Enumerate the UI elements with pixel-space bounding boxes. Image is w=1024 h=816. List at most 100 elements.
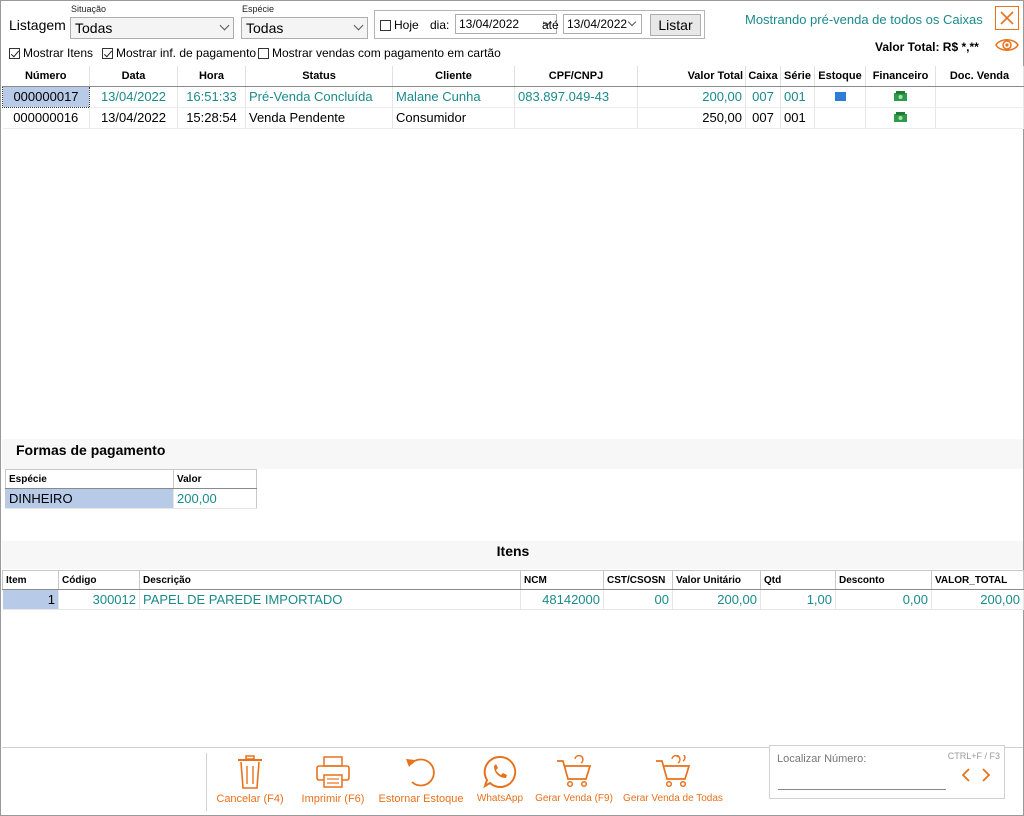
cell-caixa[interactable]: 007 <box>745 86 781 108</box>
table-row[interactable]: 000000016 13/04/2022 15:28:54 Venda Pend… <box>2 107 1024 129</box>
cell-hora[interactable]: 15:28:54 <box>177 107 246 129</box>
cell-cliente[interactable]: Consumidor <box>392 107 515 129</box>
table-row[interactable]: DINHEIRO 200,00 <box>5 488 257 509</box>
cell-financeiro[interactable] <box>865 86 936 108</box>
col-cpf[interactable]: CPF/CNPJ <box>514 66 638 87</box>
cell-data[interactable]: 13/04/2022 <box>89 107 178 129</box>
chevron-down-icon <box>627 17 637 27</box>
col-valor-unitario[interactable]: Valor Unitário <box>672 570 761 590</box>
cell-estoque[interactable] <box>814 107 866 129</box>
whatsapp-button[interactable]: WhatsApp <box>472 755 528 804</box>
col-especie[interactable]: Espécie <box>5 469 174 489</box>
col-hora[interactable]: Hora <box>177 66 246 87</box>
chevron-down-icon <box>353 20 364 31</box>
col-cliente[interactable]: Cliente <box>392 66 515 87</box>
previous-button[interactable] <box>960 768 972 785</box>
col-descricao[interactable]: Descrição <box>139 570 521 590</box>
cell-status[interactable]: Pré-Venda Concluída <box>245 86 393 108</box>
close-button[interactable] <box>995 6 1019 30</box>
col-doc-venda[interactable]: Doc. Venda <box>935 66 1024 87</box>
search-input[interactable] <box>778 768 946 790</box>
payments-title: Formas de pagamento <box>16 442 166 458</box>
cell-numero[interactable]: 000000017 <box>2 85 90 108</box>
cell-status[interactable]: Venda Pendente <box>245 107 393 129</box>
col-ncm[interactable]: NCM <box>520 570 604 590</box>
col-caixa[interactable]: Caixa <box>745 66 781 87</box>
cell-financeiro[interactable] <box>865 107 936 129</box>
close-icon <box>1000 11 1014 25</box>
cell-descricao[interactable]: PAPEL DE PAREDE IMPORTADO <box>139 589 521 610</box>
cell-ncm[interactable]: 48142000 <box>520 589 604 610</box>
col-valor[interactable]: Valor <box>173 469 257 489</box>
cell-hora[interactable]: 16:51:33 <box>177 86 246 108</box>
situacao-select[interactable]: Todas <box>70 17 234 39</box>
toggle-visibility-button[interactable] <box>995 37 1019 56</box>
listar-button[interactable]: Listar <box>650 14 701 36</box>
cell-cpf[interactable]: 083.897.049-43 <box>514 86 638 108</box>
cell-codigo[interactable]: 300012 <box>58 589 140 610</box>
mostrar-pagamento-checkbox[interactable]: Mostrar inf. de pagamento <box>102 46 256 60</box>
mostrar-pagamento-box[interactable] <box>102 48 113 59</box>
hoje-checkbox-box[interactable] <box>380 20 391 31</box>
cell-doc-venda[interactable] <box>935 86 1024 108</box>
especie-select[interactable]: Todas <box>241 17 368 39</box>
col-qtd[interactable]: Qtd <box>760 570 836 590</box>
cell-item[interactable]: 1 <box>2 589 59 610</box>
estornar-button[interactable]: Estornar Estoque <box>375 755 467 805</box>
printer-icon <box>316 756 350 788</box>
cell-valor[interactable]: 200,00 <box>173 488 257 509</box>
ate-label: até <box>542 18 559 32</box>
cell-valor-total-item[interactable]: 200,00 <box>931 589 1024 610</box>
cancelar-label: Cancelar (F4) <box>216 793 284 805</box>
cell-cliente[interactable]: Malane Cunha <box>392 86 515 108</box>
gerar-todas-button[interactable]: Gerar Venda de Todas <box>621 755 725 804</box>
col-financeiro[interactable]: Financeiro <box>865 66 936 87</box>
hoje-checkbox[interactable]: Hoje <box>380 18 419 32</box>
cart-icon <box>557 755 592 788</box>
cell-cst[interactable]: 00 <box>603 589 673 610</box>
mostrar-cartao-checkbox[interactable]: Mostrar vendas com pagamento em cartão <box>258 46 501 60</box>
mostrar-pagamento-label: Mostrar inf. de pagamento <box>116 46 257 60</box>
cell-numero[interactable]: 000000016 <box>2 107 90 129</box>
cancelar-button[interactable]: Cancelar (F4) <box>212 755 288 805</box>
col-estoque[interactable]: Estoque <box>814 66 866 87</box>
whatsapp-icon <box>483 755 517 789</box>
mostrar-itens-checkbox[interactable]: Mostrar Itens <box>9 46 93 60</box>
cell-serie[interactable]: 001 <box>780 107 815 129</box>
gerar-venda-button[interactable]: Gerar Venda (F9) <box>533 755 615 804</box>
table-row[interactable]: 000000017 13/04/2022 16:51:33 Pré-Venda … <box>2 85 1024 108</box>
col-valor-total-item[interactable]: VALOR_TOTAL <box>931 570 1024 590</box>
cell-caixa[interactable]: 007 <box>745 107 781 129</box>
mostrar-cartao-box[interactable] <box>258 48 269 59</box>
cell-doc-venda[interactable] <box>935 107 1024 129</box>
col-numero[interactable]: Número <box>2 66 90 87</box>
imprimir-button[interactable]: Imprimir (F6) <box>295 755 371 805</box>
cell-valor-total[interactable]: 250,00 <box>637 107 746 129</box>
cell-valor-total[interactable]: 200,00 <box>637 86 746 108</box>
cell-desconto[interactable]: 0,00 <box>835 589 932 610</box>
cell-valor-unitario[interactable]: 200,00 <box>672 589 761 610</box>
next-button[interactable] <box>980 768 992 785</box>
situacao-label: Situação <box>71 4 107 14</box>
listagem-label: Listagem <box>9 17 66 33</box>
ate-date-picker[interactable]: 13/04/2022 <box>563 14 642 34</box>
col-serie[interactable]: Série <box>780 66 815 87</box>
col-codigo[interactable]: Código <box>58 570 140 590</box>
mostrar-itens-box[interactable] <box>9 48 20 59</box>
gerar-todas-label: Gerar Venda de Todas <box>623 793 723 804</box>
col-data[interactable]: Data <box>89 66 178 87</box>
col-item[interactable]: Item <box>2 570 59 590</box>
cell-estoque[interactable] <box>814 86 866 108</box>
col-cst[interactable]: CST/CSOSN <box>603 570 673 590</box>
col-desconto[interactable]: Desconto <box>835 570 932 590</box>
cell-especie[interactable]: DINHEIRO <box>5 488 174 509</box>
col-status[interactable]: Status <box>245 66 393 87</box>
cell-cpf[interactable] <box>514 107 638 129</box>
payments-table: Espécie Valor DINHEIRO 200,00 <box>5 469 257 509</box>
cell-serie[interactable]: 001 <box>780 86 815 108</box>
payments-table-header: Espécie Valor <box>5 469 257 489</box>
cell-data[interactable]: 13/04/2022 <box>89 86 178 108</box>
table-row[interactable]: 1 300012 PAPEL DE PAREDE IMPORTADO 48142… <box>2 589 1024 610</box>
cell-qtd[interactable]: 1,00 <box>760 589 836 610</box>
col-valor-total[interactable]: Valor Total <box>637 66 746 87</box>
